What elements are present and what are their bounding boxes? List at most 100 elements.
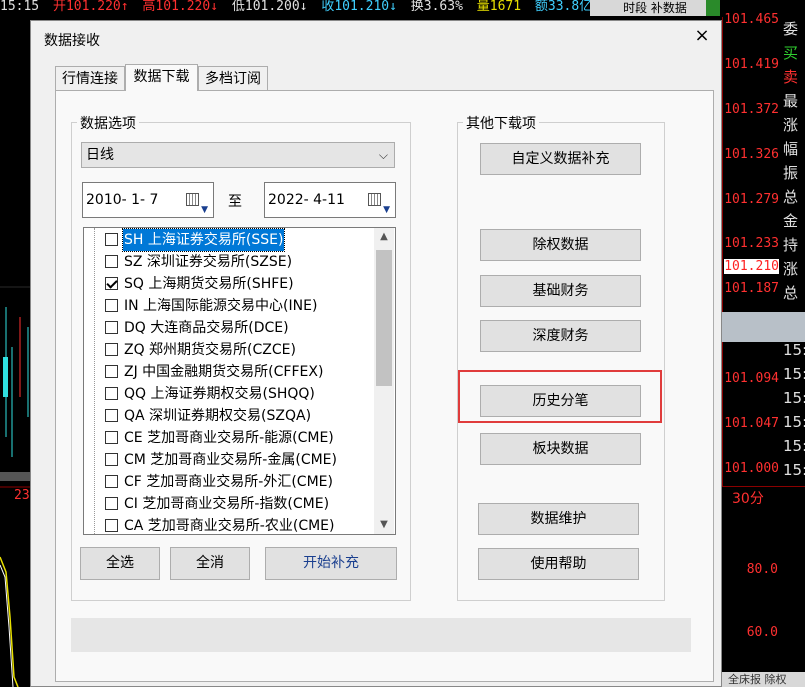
highlight-box — [458, 370, 662, 423]
tab-market-connection[interactable]: 行情连接 — [55, 66, 125, 90]
side-label: 涨 — [783, 260, 799, 278]
side-time: 15: — [783, 461, 805, 479]
market-checkbox[interactable] — [105, 321, 118, 334]
dropdown-arrow-icon: ▼ — [201, 205, 208, 215]
side-time: 15: — [783, 413, 805, 431]
ticker-time: 15:15 — [0, 0, 40, 14]
other-downloads-title: 其他下载项 — [463, 113, 539, 133]
close-icon[interactable]: × — [691, 25, 713, 47]
data-options-title: 数据选项 — [77, 113, 139, 133]
custom-data-supplement-button[interactable]: 自定义数据补充 — [480, 143, 641, 175]
background-bottom-tab[interactable]: 全床报 除权 — [722, 672, 805, 687]
side-time: 15: — [783, 365, 805, 383]
price-tick: 101.419 — [724, 57, 779, 72]
select-all-button[interactable]: 全选 — [80, 547, 160, 580]
market-checkbox[interactable] — [105, 255, 118, 268]
chevron-down-icon: ⌵ — [378, 148, 388, 162]
market-checkbox[interactable] — [105, 431, 118, 444]
start-supplement-button[interactable]: 开始补充 — [265, 547, 397, 580]
background-indicator-value: 60.0 — [746, 625, 778, 640]
start-date-value: 2010- 1- 7 — [86, 192, 159, 208]
status-bar — [71, 618, 691, 652]
ticker-low: 低101.200↓ — [231, 0, 308, 14]
market-checkbox[interactable] — [105, 475, 118, 488]
clear-all-button[interactable]: 全消 — [170, 547, 250, 580]
scroll-up-icon[interactable]: ▲ — [374, 228, 394, 246]
background-price-axis: 101.465 101.419 101.372 101.326 101.279 … — [722, 12, 781, 487]
price-tick: 101.372 — [724, 102, 779, 117]
price-tick: 101.279 — [724, 192, 779, 207]
market-label: DQ 大连商品交易所(DCE) — [124, 320, 289, 336]
side-time: 15: — [783, 437, 805, 455]
period-select[interactable]: 日线 ⌵ — [81, 142, 395, 168]
period-label: 30分 — [732, 491, 764, 507]
price-tick: 101.233 — [724, 236, 779, 251]
market-checkbox[interactable] — [105, 277, 118, 290]
start-date-picker[interactable]: 2010- 1- 7 ▼ — [82, 182, 214, 218]
ticker-volume: 量1671 — [476, 0, 522, 14]
market-label: SQ 上海期货交易所(SHFE) — [124, 276, 294, 292]
market-checkbox[interactable] — [105, 365, 118, 378]
side-label: 买 — [783, 44, 799, 62]
price-tick: 101.047 — [724, 416, 779, 431]
market-label: SH 上海证券交易所(SSE) — [121, 228, 286, 252]
market-label: QQ 上海证券期权交易(SHQQ) — [124, 386, 315, 402]
market-label: IN 上海国际能源交易中心(INE) — [124, 298, 318, 314]
tab-data-download[interactable]: 数据下载 — [125, 64, 198, 91]
ticker-open: 开101.220↑ — [52, 0, 129, 14]
market-list-scrollbar[interactable]: ▲ ▼ — [374, 228, 394, 534]
price-tick: 101.187 — [724, 281, 779, 296]
background-indicator-value: 80.0 — [746, 562, 778, 577]
calendar-icon[interactable]: ▼ — [186, 193, 208, 215]
side-time: 15: — [783, 341, 805, 359]
date-range-to-label: 至 — [228, 194, 242, 210]
market-checkbox[interactable] — [105, 497, 118, 510]
basic-financial-button[interactable]: 基础财务 — [480, 275, 641, 307]
background-axis-label: 23 — [14, 488, 30, 503]
market-label: CM 芝加哥商业交易所-金属(CME) — [124, 452, 337, 468]
sector-data-button[interactable]: 板块数据 — [480, 433, 641, 465]
market-checkbox[interactable] — [105, 387, 118, 400]
market-checkbox[interactable] — [105, 299, 118, 312]
help-button[interactable]: 使用帮助 — [478, 548, 639, 580]
market-label: ZJ 中国金融期货交易所(CFFEX) — [124, 364, 324, 380]
tree-connector-line — [94, 228, 96, 534]
side-label: 委 — [783, 20, 799, 38]
ticker-turnover: 换3.63% — [410, 0, 463, 14]
current-price-tick: 101.210 — [724, 259, 779, 274]
data-receive-dialog: 数据接收 × 行情连接 数据下载 多档订阅 数据选项 日线 ⌵ 2010- 1-… — [30, 20, 722, 687]
market-checkbox[interactable] — [105, 343, 118, 356]
data-maintenance-button[interactable]: 数据维护 — [478, 503, 639, 535]
deep-financial-button[interactable]: 深度财务 — [480, 320, 641, 352]
ticker-high: 高101.220↓ — [142, 0, 219, 14]
side-label: 总 — [783, 284, 799, 302]
scrollbar-thumb[interactable] — [376, 250, 392, 386]
price-tick: 101.326 — [724, 147, 779, 162]
market-checkbox[interactable] — [105, 519, 118, 532]
market-label: ZQ 郑州期货交易所(CZCE) — [124, 342, 296, 358]
market-checkbox[interactable] — [105, 409, 118, 422]
price-tick: 101.465 — [724, 12, 779, 27]
market-list[interactable]: SH 上海证券交易所(SSE) SZ 深圳证券交易所(SZSE) SQ 上海期货… — [83, 227, 396, 535]
side-label: 持 — [783, 236, 799, 254]
side-spacer — [780, 305, 805, 338]
background-green-flag-icon — [706, 0, 720, 16]
background-quote-labels: 委 买 卖 最 涨 幅 振 总 金 持 涨 总 15: 15: 15: 15: … — [780, 17, 805, 497]
scroll-down-icon[interactable]: ▼ — [374, 516, 394, 534]
side-label: 金 — [783, 212, 799, 230]
side-time: 15: — [783, 389, 805, 407]
price-tick: 101.094 — [724, 371, 779, 386]
end-date-picker[interactable]: 2022- 4-11 ▼ — [264, 182, 396, 218]
market-label: CF 芝加哥商业交易所-外汇(CME) — [124, 474, 333, 490]
side-label: 涨 — [783, 116, 799, 134]
market-checkbox[interactable] — [105, 233, 118, 246]
tab-multi-level-subscription[interactable]: 多档订阅 — [198, 66, 268, 90]
exright-data-button[interactable]: 除权数据 — [480, 229, 641, 261]
background-fill-data-button[interactable]: 时段 补数据 — [590, 0, 720, 16]
market-label: QA 深圳证券期权交易(SZQA) — [124, 408, 312, 424]
market-label: CA 芝加哥商业交易所-农业(CME) — [124, 518, 335, 534]
price-tick: 101.000 — [724, 461, 779, 476]
calendar-icon[interactable]: ▼ — [368, 193, 390, 215]
market-checkbox[interactable] — [105, 453, 118, 466]
dialog-title: 数据接收 — [44, 33, 100, 49]
